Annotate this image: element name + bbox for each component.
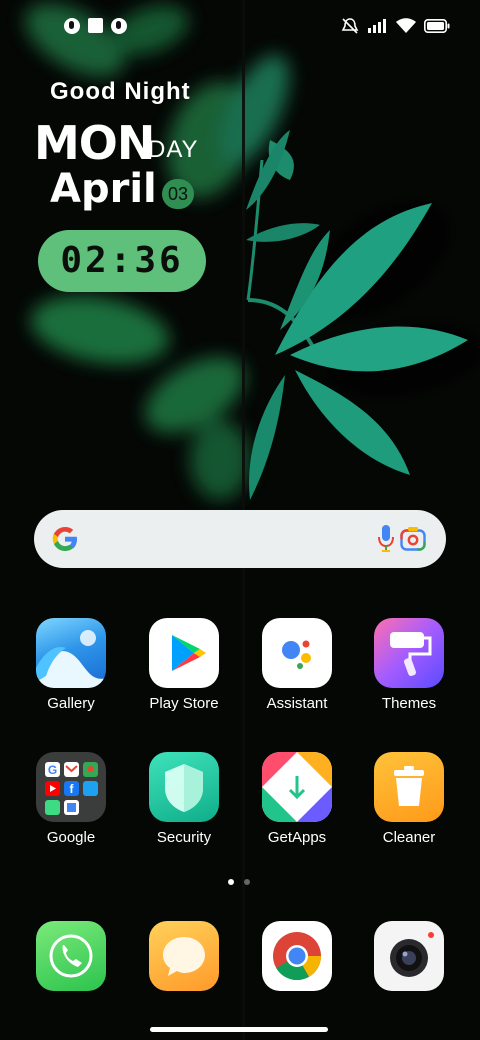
month-text: April — [50, 166, 157, 212]
battery-icon — [424, 19, 450, 33]
muted-vibrate-icon — [341, 18, 359, 34]
microphone-icon[interactable] — [378, 525, 394, 553]
chrome-icon — [262, 921, 332, 991]
themes-icon — [374, 618, 444, 688]
app-cleaner[interactable]: Cleaner — [359, 752, 459, 846]
google-lens-icon[interactable] — [400, 527, 426, 551]
app-security[interactable]: Security — [134, 752, 234, 846]
dock-chrome[interactable] — [247, 921, 347, 991]
google-g-icon — [52, 527, 77, 551]
app-label: Cleaner — [382, 829, 436, 846]
dock-camera[interactable] — [359, 921, 459, 991]
assistant-icon — [262, 618, 332, 688]
app-getapps[interactable]: GetApps — [247, 752, 347, 846]
phone-icon — [36, 921, 106, 991]
play-store-icon — [149, 618, 219, 688]
page-indicator[interactable] — [228, 879, 250, 885]
page-dot-active[interactable] — [228, 879, 234, 885]
app-label: Google — [46, 829, 96, 846]
cleaner-icon — [374, 752, 444, 822]
app-label: GetApps — [267, 829, 327, 846]
day-name-suffix: DAY — [148, 136, 199, 163]
app-label: Assistant — [266, 695, 328, 712]
square-icon — [88, 18, 103, 33]
signal-icon — [368, 19, 386, 33]
security-icon — [149, 752, 219, 822]
gallery-icon — [36, 618, 106, 688]
date-badge: 03 — [162, 179, 194, 209]
time-text: 02:36 — [60, 240, 184, 281]
dock-phone[interactable] — [21, 921, 121, 991]
wifi-icon — [396, 18, 416, 33]
app-themes[interactable]: Themes — [359, 618, 459, 712]
app-play-store[interactable]: Play Store — [134, 618, 234, 712]
app-assistant[interactable]: Assistant — [247, 618, 347, 712]
app-label: Play Store — [149, 695, 219, 712]
app-gallery[interactable]: Gallery — [21, 618, 121, 712]
google-search-bar[interactable] — [34, 510, 446, 568]
dock-messages[interactable] — [134, 921, 234, 991]
messages-icon — [149, 921, 219, 991]
page-dot[interactable] — [244, 879, 250, 885]
app-label: Themes — [381, 695, 437, 712]
google-folder-icon: G f — [36, 752, 106, 822]
app-google-folder[interactable]: G f Google — [21, 752, 121, 846]
home-indicator[interactable] — [150, 1027, 328, 1032]
notification-icon — [111, 18, 127, 34]
greeting-text: Good Night — [50, 78, 191, 105]
app-label: Security — [156, 829, 212, 846]
svg-text:G: G — [48, 763, 57, 777]
status-bar — [0, 0, 480, 56]
time-pill: 02:36 — [38, 230, 206, 292]
notification-icon — [64, 18, 80, 34]
app-label: Gallery — [47, 695, 95, 712]
day-name-large: MON — [34, 116, 155, 170]
getapps-icon — [262, 752, 332, 822]
camera-icon — [374, 921, 444, 991]
